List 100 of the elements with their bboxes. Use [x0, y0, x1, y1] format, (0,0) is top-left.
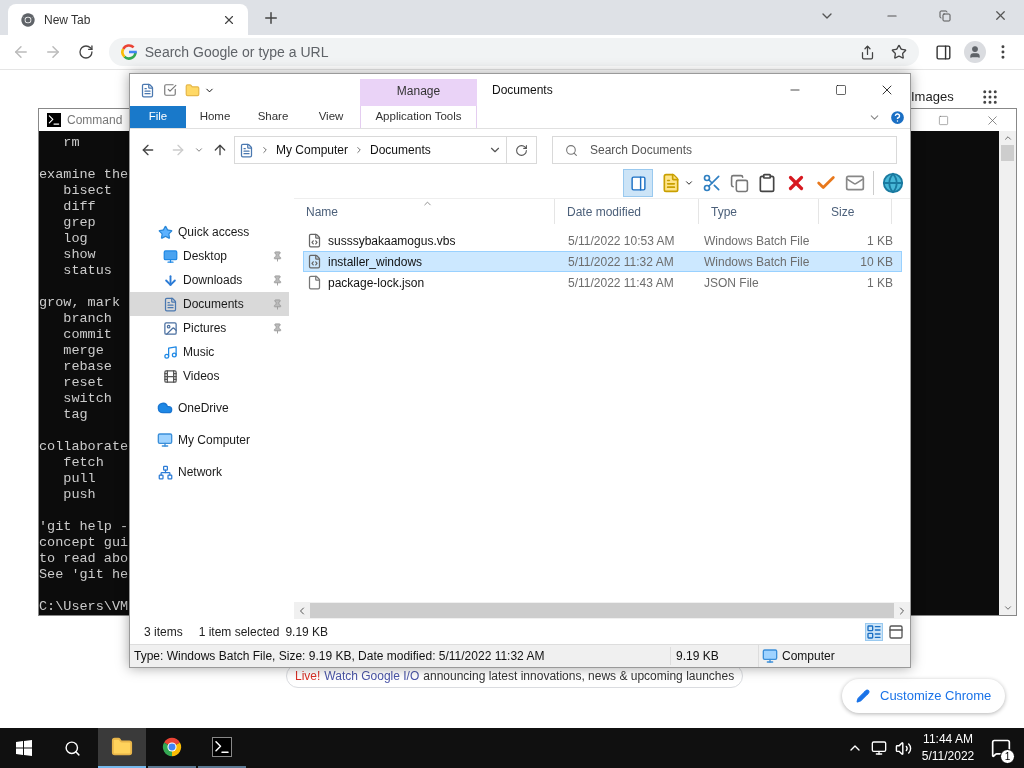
preview-pane-icon	[629, 174, 647, 192]
terminal-line: pull	[62, 471, 96, 487]
new-tab-icon[interactable]	[262, 9, 280, 27]
search-field[interactable]: Search Documents	[552, 136, 897, 164]
window-title: Command	[67, 112, 123, 129]
nav-item[interactable]: My Computer	[130, 428, 289, 452]
terminal-line: 'git help -	[39, 519, 129, 535]
terminal-line: collaborate	[39, 439, 129, 455]
restore-button[interactable]	[939, 9, 951, 22]
ribbon-tab[interactable]: Application Tools	[360, 106, 477, 128]
terminal-line: merge	[62, 343, 104, 359]
share-icon[interactable]	[860, 44, 876, 60]
details-view-icon[interactable]	[865, 623, 883, 641]
computer-icon	[157, 432, 173, 448]
globe-icon[interactable]	[882, 172, 904, 194]
checklist-icon[interactable]	[163, 83, 177, 97]
ribbon-tab[interactable]: Home	[186, 106, 244, 128]
nav-item[interactable]: Documents	[130, 292, 289, 316]
bookmark-star-icon[interactable]	[891, 44, 908, 60]
file-size: 1 KB	[866, 232, 894, 250]
help-icon[interactable]	[889, 108, 906, 126]
ribbon-tab[interactable]: View	[302, 106, 360, 128]
address-bar[interactable]: My Computer Documents	[234, 136, 507, 164]
breadcrumb-item[interactable]: My Computer	[276, 141, 349, 159]
clock[interactable]: 11:44 AM 5/11/2022	[918, 731, 978, 765]
film-icon	[162, 368, 178, 384]
close-button[interactable]	[993, 8, 1008, 23]
file-row[interactable]: susssybakaamogus.vbs 5/11/2022 10:53 AM Windows Batch File 1 KB	[303, 230, 902, 251]
star-icon	[157, 224, 173, 240]
profile-icon[interactable]	[968, 45, 983, 59]
browser-tab[interactable]: New Tab	[8, 4, 248, 35]
details-text: Type: Windows Batch File, Size: 9.19 KB, Date modified: 5/11/2022 11:32 AM	[133, 648, 546, 665]
column-header[interactable]: Name	[294, 199, 555, 224]
nav-item[interactable]: Pictures	[130, 316, 289, 340]
picture-icon	[162, 320, 178, 336]
ribbon-tab[interactable]: File	[130, 106, 186, 128]
recent-locations-icon[interactable]	[194, 145, 204, 155]
file-date: 5/11/2022 11:43 AM	[567, 274, 675, 292]
large-icons-view-icon[interactable]	[888, 624, 904, 640]
properties-icon[interactable]	[140, 82, 155, 98]
column-header[interactable]: Size	[819, 199, 892, 224]
script-file-icon	[307, 254, 322, 269]
pencil-icon	[856, 689, 870, 703]
images-link[interactable]: Images	[911, 89, 954, 105]
cut-icon[interactable]	[702, 173, 722, 193]
nav-item[interactable]: Network	[130, 460, 289, 484]
nav-item[interactable]: Music	[130, 340, 289, 364]
dropdown-icon[interactable]	[684, 178, 694, 188]
horizontal-scrollbar[interactable]	[294, 602, 910, 619]
selection-size: 9.19 KB	[285, 624, 329, 641]
apps-grid-icon[interactable]	[981, 88, 999, 106]
terminal-line: bisect	[62, 183, 112, 199]
file-name: susssybakaamogus.vbs	[328, 232, 456, 250]
terminal-icon	[47, 113, 61, 127]
monitor-icon	[162, 248, 178, 264]
terminal-line: switch	[62, 391, 112, 407]
paste-icon[interactable]	[757, 173, 777, 193]
promo-link[interactable]: Watch Google I/O	[324, 667, 420, 685]
scroll-down-icon[interactable]	[1002, 603, 1013, 613]
ribbon-tab[interactable]: Share	[244, 106, 302, 128]
preview-pane-button[interactable]	[623, 169, 653, 197]
cloud-icon	[157, 400, 173, 416]
nav-item[interactable]: Videos	[130, 364, 289, 388]
terminal-line: grow, mark	[39, 295, 120, 311]
back-icon[interactable]	[140, 142, 156, 158]
item-count: 3 items	[144, 624, 183, 641]
terminal-line: branch	[62, 311, 112, 327]
omnibox[interactable]: Search Google or type a URL	[108, 38, 920, 66]
network-icon[interactable]	[871, 740, 887, 756]
chevron-icon	[260, 145, 270, 155]
terminal-line: grep	[62, 215, 96, 231]
file-row[interactable]: package-lock.json 5/11/2022 11:43 AM JSON File 1 KB	[303, 272, 902, 293]
chrome-logo-icon	[20, 11, 36, 28]
document-icon	[239, 142, 254, 158]
taskbar-app[interactable]	[98, 728, 146, 768]
notification-badge: 1	[1000, 749, 1015, 764]
file-row[interactable]: installer_windows 5/11/2022 11:32 AM Windows Batch File 10 KB	[303, 251, 902, 272]
envelope-icon[interactable]	[845, 173, 865, 193]
column-header[interactable]: Type	[699, 199, 819, 224]
breadcrumb-item[interactable]: Documents	[370, 141, 431, 159]
vertical-scrollbar[interactable]	[999, 131, 1016, 615]
nav-item[interactable]: Downloads	[130, 268, 289, 292]
customize-chrome-button[interactable]: Customize Chrome	[842, 679, 1006, 713]
reload-icon[interactable]	[77, 44, 94, 60]
side-panel-icon[interactable]	[935, 43, 953, 61]
nav-item[interactable]: Quick access	[130, 220, 289, 244]
volume-icon[interactable]	[895, 739, 912, 757]
script-file-icon	[307, 233, 322, 248]
file-name: package-lock.json	[328, 274, 425, 292]
nav-item[interactable]: OneDrive	[130, 396, 289, 420]
column-header[interactable]: Date modified	[555, 199, 699, 224]
scroll-up-icon[interactable]	[1002, 133, 1013, 143]
zone-label: Computer	[782, 648, 835, 665]
refresh-button[interactable]	[507, 136, 537, 164]
notifications-icon[interactable]	[991, 738, 1011, 758]
scroll-thumb[interactable]	[1001, 145, 1014, 161]
nav-item[interactable]: Desktop	[130, 244, 289, 268]
copy-icon[interactable]	[730, 173, 749, 193]
up-icon[interactable]	[212, 142, 228, 158]
terminal-line: to read abo	[39, 551, 129, 567]
